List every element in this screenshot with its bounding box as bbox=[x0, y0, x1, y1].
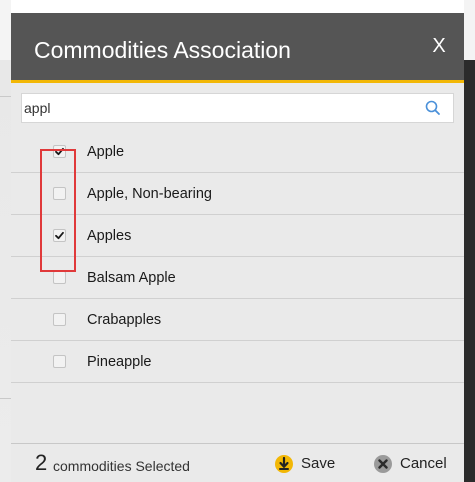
checkbox[interactable] bbox=[53, 229, 66, 242]
cancel-label: Cancel bbox=[400, 455, 447, 472]
checkbox[interactable] bbox=[53, 145, 66, 158]
background-divider bbox=[0, 96, 11, 97]
background-panel-right bbox=[464, 0, 475, 482]
search-input[interactable] bbox=[22, 94, 414, 122]
checkbox[interactable] bbox=[53, 271, 66, 284]
list-item-label: Apples bbox=[87, 228, 132, 244]
save-icon bbox=[274, 454, 294, 474]
background-panel-left bbox=[0, 0, 11, 482]
checkbox[interactable] bbox=[53, 187, 66, 200]
checkbox[interactable] bbox=[53, 355, 66, 368]
checkbox[interactable] bbox=[53, 313, 66, 326]
list-item-label: Apple, Non-bearing bbox=[87, 186, 212, 202]
commodities-dialog: Commodities Association X Apple Apple, No… bbox=[11, 13, 464, 482]
list-item-label: Balsam Apple bbox=[87, 270, 176, 286]
commodity-list: Apple Apple, Non-bearing Apples Balsam Appl… bbox=[11, 131, 464, 383]
checkmark-icon bbox=[55, 231, 64, 240]
list-item[interactable]: Pineapple bbox=[11, 341, 464, 383]
dialog-header: Commodities Association X bbox=[11, 13, 464, 83]
background-divider bbox=[0, 398, 11, 399]
selected-count-label: commodities Selected bbox=[53, 458, 190, 474]
list-item-label: Crabapples bbox=[87, 312, 162, 328]
checkmark-icon bbox=[55, 147, 64, 156]
list-item-label: Pineapple bbox=[87, 354, 152, 370]
search-box bbox=[21, 93, 454, 123]
dialog-body: Apple Apple, Non-bearing Apples Balsam Appl… bbox=[11, 83, 464, 443]
dialog-footer: 2 commodities Selected Save Cancel bbox=[11, 443, 464, 482]
save-label: Save bbox=[301, 455, 336, 472]
list-item[interactable]: Apple bbox=[11, 131, 464, 173]
cancel-icon bbox=[373, 454, 393, 474]
list-item[interactable]: Crabapples bbox=[11, 299, 464, 341]
list-item[interactable]: Balsam Apple bbox=[11, 257, 464, 299]
close-button[interactable]: X bbox=[427, 32, 451, 60]
list-item[interactable]: Apples bbox=[11, 215, 464, 257]
selected-count: 2 bbox=[35, 450, 48, 475]
search-icon[interactable] bbox=[424, 99, 442, 117]
list-item-label: Apple bbox=[87, 144, 125, 160]
dialog-title: Commodities Association bbox=[34, 37, 291, 63]
list-item[interactable]: Apple, Non-bearing bbox=[11, 173, 464, 215]
